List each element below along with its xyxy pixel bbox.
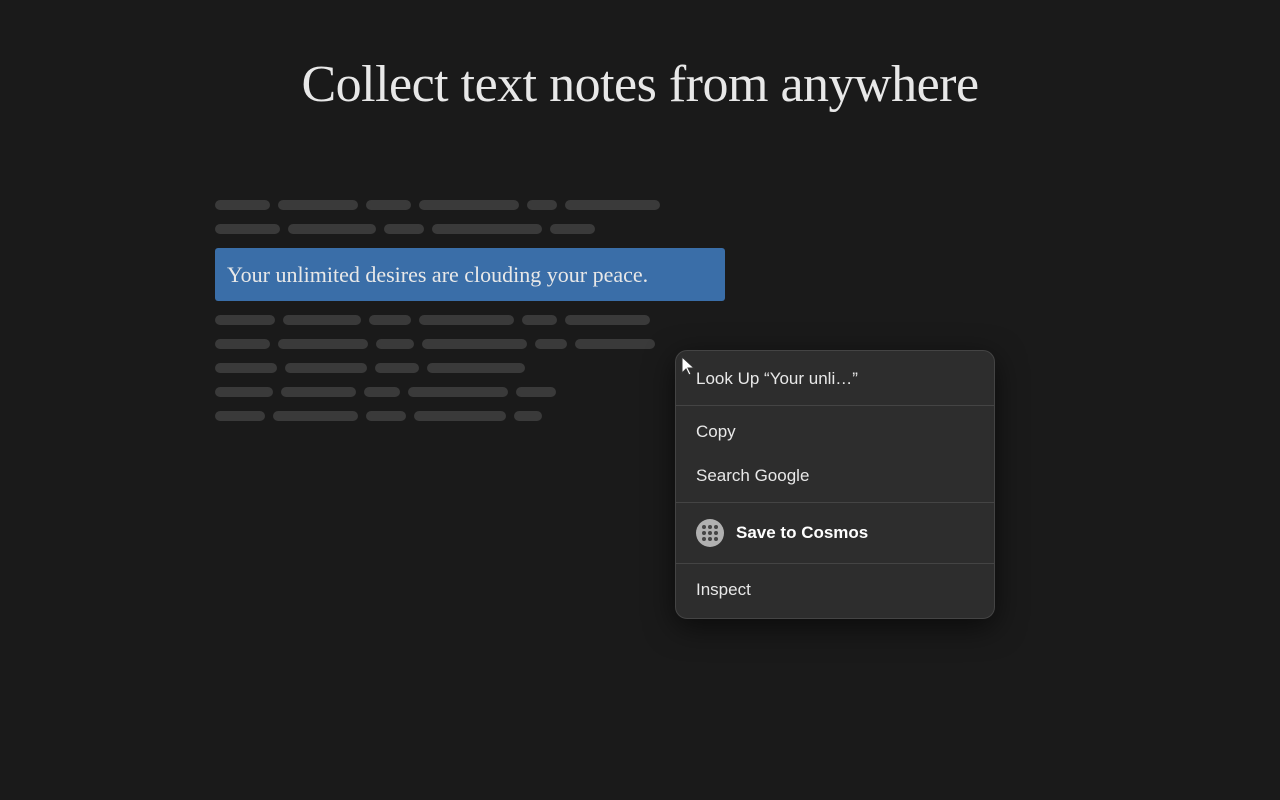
text-line-segment: [369, 315, 411, 325]
text-line-segment: [215, 224, 280, 234]
cosmos-dot: [708, 525, 712, 529]
text-line-segment: [384, 224, 424, 234]
text-line-segment: [285, 363, 367, 373]
text-line-segment: [432, 224, 542, 234]
context-menu-item-search-google[interactable]: Search Google: [676, 454, 994, 498]
context-menu-divider: [676, 502, 994, 503]
text-line-segment: [288, 224, 376, 234]
search-google-label: Search Google: [696, 466, 809, 486]
context-menu-divider: [676, 405, 994, 406]
text-line-segment: [408, 387, 508, 397]
text-line-segment: [375, 363, 419, 373]
cosmos-dot: [702, 537, 706, 541]
cosmos-dot: [702, 531, 706, 535]
inspect-label: Inspect: [696, 580, 751, 600]
text-line-row: [215, 224, 725, 234]
text-line-segment: [215, 411, 265, 421]
text-line-segment: [565, 200, 660, 210]
text-line-row: [215, 411, 725, 421]
text-line-segment: [575, 339, 655, 349]
page-title: Collect text notes from anywhere: [0, 0, 1280, 114]
text-line-segment: [281, 387, 356, 397]
text-line-row: [215, 363, 725, 373]
text-line-segment: [565, 315, 650, 325]
text-line-segment: [215, 363, 277, 373]
look-up-label: Look Up “Your unli…”: [696, 369, 858, 389]
text-line-segment: [215, 339, 270, 349]
text-line-segment: [414, 411, 506, 421]
text-line-row: [215, 200, 725, 210]
context-menu-item-inspect[interactable]: Inspect: [676, 568, 994, 612]
text-line-segment: [550, 224, 595, 234]
context-menu-item-save-to-cosmos[interactable]: Save to Cosmos: [676, 507, 994, 559]
context-menu-item-copy[interactable]: Copy: [676, 410, 994, 454]
cosmos-dot: [702, 525, 706, 529]
text-line-row: [215, 315, 725, 325]
text-line-segment: [419, 200, 519, 210]
save-to-cosmos-label: Save to Cosmos: [736, 523, 868, 543]
text-line-segment: [283, 315, 361, 325]
text-line-segment: [522, 315, 557, 325]
cosmos-dot: [708, 531, 712, 535]
text-line-segment: [419, 315, 514, 325]
text-line-segment: [516, 387, 556, 397]
cosmos-dot: [714, 537, 718, 541]
cosmos-icon: [696, 519, 724, 547]
context-menu-item-look-up[interactable]: Look Up “Your unli…”: [676, 357, 994, 401]
context-menu: Look Up “Your unli…” Copy Search Google …: [675, 350, 995, 619]
selected-text: Your unlimited desires are clouding your…: [215, 248, 725, 301]
content-area: Your unlimited desires are clouding your…: [215, 200, 725, 435]
text-line-segment: [278, 200, 358, 210]
text-line-segment: [514, 411, 542, 421]
copy-label: Copy: [696, 422, 736, 442]
text-line-segment: [427, 363, 525, 373]
cosmos-dot: [714, 531, 718, 535]
text-line-segment: [366, 200, 411, 210]
cosmos-dot: [714, 525, 718, 529]
text-line-segment: [273, 411, 358, 421]
text-line-segment: [215, 387, 273, 397]
text-line-segment: [366, 411, 406, 421]
text-line-row: [215, 339, 725, 349]
text-line-segment: [215, 315, 275, 325]
text-line-segment: [364, 387, 400, 397]
cosmos-dot: [708, 537, 712, 541]
text-line-segment: [278, 339, 368, 349]
text-line-segment: [376, 339, 414, 349]
cosmos-icon-dots: [702, 525, 718, 541]
text-line-segment: [535, 339, 567, 349]
text-line-segment: [527, 200, 557, 210]
text-line-row: [215, 387, 725, 397]
text-line-segment: [215, 200, 270, 210]
text-line-segment: [422, 339, 527, 349]
context-menu-divider: [676, 563, 994, 564]
